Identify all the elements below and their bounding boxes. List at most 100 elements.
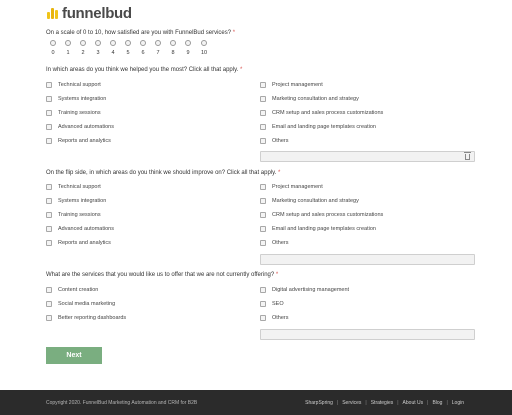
scale-option-4[interactable]: 4: [107, 40, 119, 56]
scale-option-9[interactable]: 9: [182, 40, 194, 56]
radio-button[interactable]: [185, 40, 191, 46]
checkbox-option[interactable]: Content creation: [46, 286, 98, 294]
checkbox[interactable]: [46, 226, 52, 232]
question-improve-on: On the flip side, in which areas do you …: [46, 170, 281, 176]
scale-option-0[interactable]: 0: [47, 40, 59, 56]
brand-name: funnelbud: [62, 4, 132, 22]
checkbox-option[interactable]: Better reporting dashboards: [46, 314, 126, 322]
checkbox-option[interactable]: Technical support: [46, 183, 101, 191]
footer: Copyright 2020. FunnelBud Marketing Auto…: [0, 390, 512, 415]
checkbox-option[interactable]: Project management: [260, 183, 323, 191]
radio-button[interactable]: [95, 40, 101, 46]
radio-button[interactable]: [140, 40, 146, 46]
checkbox[interactable]: [260, 82, 266, 88]
footer-link-about-us[interactable]: About Us: [403, 400, 424, 406]
checkbox[interactable]: [46, 287, 52, 293]
scale-option-2[interactable]: 2: [77, 40, 89, 56]
checkbox-option[interactable]: Social media marketing: [46, 300, 115, 308]
checkbox[interactable]: [260, 226, 266, 232]
checkbox-option[interactable]: Marketing consultation and strategy: [260, 95, 359, 103]
separator: |: [446, 400, 448, 406]
checkbox[interactable]: [46, 96, 52, 102]
checkbox[interactable]: [46, 315, 52, 321]
checkbox[interactable]: [46, 184, 52, 190]
checkbox[interactable]: [260, 96, 266, 102]
footer-link-strategies[interactable]: Strategies: [371, 400, 394, 406]
others-input[interactable]: [260, 254, 475, 265]
checkbox-option[interactable]: SEO: [260, 300, 284, 308]
checkbox-option-others[interactable]: Others: [260, 314, 289, 322]
checkbox[interactable]: [46, 110, 52, 116]
checkbox-option[interactable]: Systems integration: [46, 197, 106, 205]
checkbox[interactable]: [46, 198, 52, 204]
checkbox[interactable]: [260, 287, 266, 293]
separator: |: [397, 400, 399, 406]
checkbox-option[interactable]: Training sessions: [46, 109, 101, 117]
scale-option-1[interactable]: 1: [62, 40, 74, 56]
radio-button[interactable]: [110, 40, 116, 46]
checkbox[interactable]: [260, 301, 266, 307]
radio-button[interactable]: [50, 40, 56, 46]
checkbox[interactable]: [46, 124, 52, 130]
others-input[interactable]: [260, 151, 475, 162]
checkbox-option[interactable]: Reports and analytics: [46, 137, 111, 145]
next-button[interactable]: Next: [46, 347, 102, 364]
checkbox-option[interactable]: Systems integration: [46, 95, 106, 103]
footer-link-services[interactable]: Services: [342, 400, 361, 406]
checkbox-option[interactable]: Project management: [260, 81, 323, 89]
checkbox-option[interactable]: Training sessions: [46, 211, 101, 219]
checkbox-option[interactable]: Advanced automations: [46, 225, 114, 233]
radio-button[interactable]: [155, 40, 161, 46]
checkbox[interactable]: [46, 240, 52, 246]
survey-page: funnelbud On a scale of 0 to 10, how sat…: [0, 0, 512, 415]
logo: funnelbud: [46, 4, 132, 22]
scale-option-3[interactable]: 3: [92, 40, 104, 56]
checkbox-option[interactable]: CRM setup and sales process customizatio…: [260, 109, 383, 117]
checkbox[interactable]: [46, 301, 52, 307]
others-input[interactable]: [260, 329, 475, 340]
scale-option-8[interactable]: 8: [167, 40, 179, 56]
checkbox[interactable]: [46, 138, 52, 144]
footer-nav: SharpSpring | Services | Strategies | Ab…: [305, 400, 464, 406]
question-new-services: What are the services that you would lik…: [46, 272, 279, 278]
checkbox-option[interactable]: Reports and analytics: [46, 239, 111, 247]
checkbox[interactable]: [260, 124, 266, 130]
funnelbud-logo-icon: [46, 6, 60, 20]
checkbox-option[interactable]: Email and landing page templates creatio…: [260, 225, 376, 233]
scale-option-6[interactable]: 6: [137, 40, 149, 56]
checkbox[interactable]: [260, 110, 266, 116]
checkbox-option-others[interactable]: Others: [260, 137, 289, 145]
question-helped-most: In which areas do you think we helped yo…: [46, 67, 243, 73]
radio-button[interactable]: [65, 40, 71, 46]
checkbox-option-others[interactable]: Others: [260, 239, 289, 247]
checkbox-option[interactable]: Email and landing page templates creatio…: [260, 123, 376, 131]
scale-option-7[interactable]: 7: [152, 40, 164, 56]
radio-button[interactable]: [125, 40, 131, 46]
checkbox[interactable]: [46, 82, 52, 88]
checkbox[interactable]: [260, 240, 266, 246]
checkbox-option[interactable]: Marketing consultation and strategy: [260, 197, 359, 205]
radio-button[interactable]: [201, 40, 207, 46]
scale-option-10[interactable]: 10: [198, 40, 210, 56]
checkbox[interactable]: [260, 138, 266, 144]
radio-button[interactable]: [80, 40, 86, 46]
checkbox[interactable]: [260, 315, 266, 321]
checkbox[interactable]: [260, 198, 266, 204]
satisfaction-scale: 0 1 2 3 4 5 6 7 8 9 10: [46, 40, 216, 60]
footer-link-login[interactable]: Login: [452, 400, 464, 406]
radio-button[interactable]: [170, 40, 176, 46]
checkbox-option[interactable]: CRM setup and sales process customizatio…: [260, 211, 383, 219]
trash-icon[interactable]: [464, 152, 471, 160]
checkbox-option[interactable]: Technical support: [46, 81, 101, 89]
copyright-text: Copyright 2020. FunnelBud Marketing Auto…: [46, 400, 198, 406]
checkbox-option[interactable]: Advanced automations: [46, 123, 114, 131]
footer-link-sharpspring[interactable]: SharpSpring: [305, 400, 333, 406]
scale-option-5[interactable]: 5: [122, 40, 134, 56]
checkbox-option[interactable]: Digital advertising management: [260, 286, 349, 294]
footer-link-blog[interactable]: Blog: [432, 400, 442, 406]
checkbox[interactable]: [260, 184, 266, 190]
checkbox[interactable]: [260, 212, 266, 218]
separator: |: [427, 400, 429, 406]
checkbox[interactable]: [46, 212, 52, 218]
separator: |: [365, 400, 367, 406]
